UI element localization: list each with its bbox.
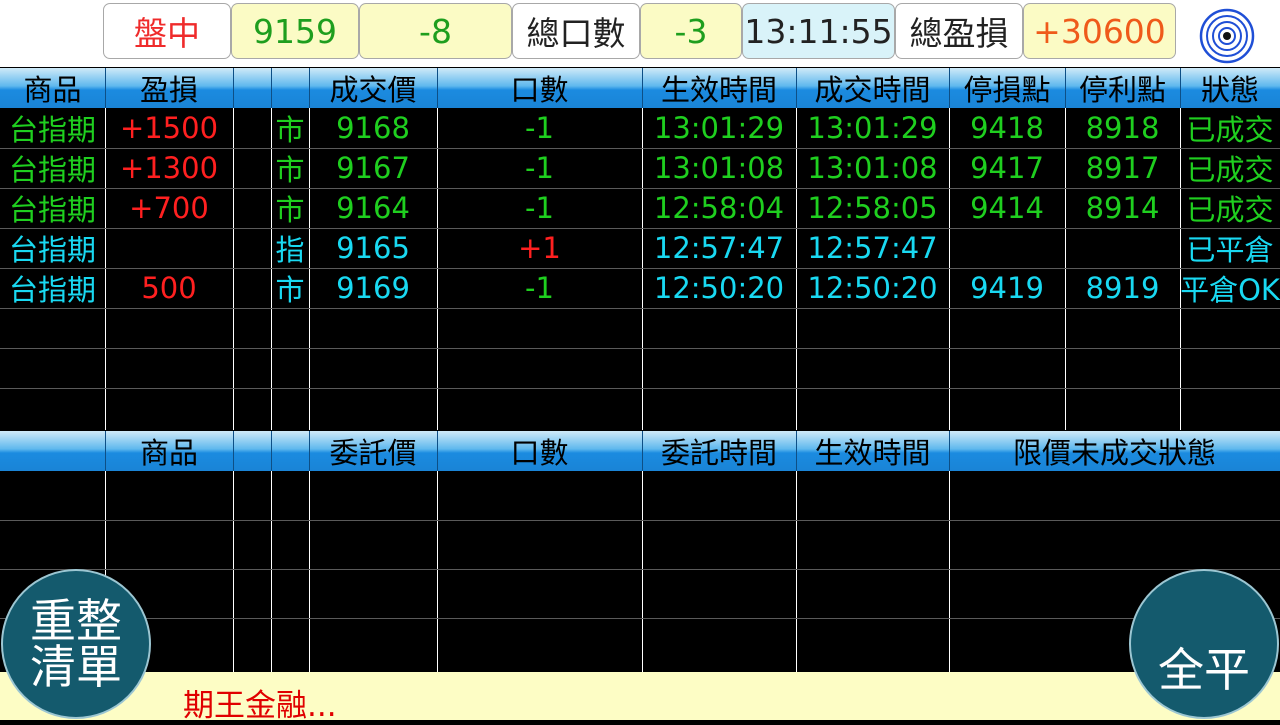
- fill-price-cell: 9165: [336, 231, 410, 265]
- qty-cell: -1: [525, 151, 554, 185]
- pnl-cell: +1300: [119, 151, 219, 185]
- current-price: 9159: [231, 3, 359, 59]
- effective-time-cell: 12:58:04: [653, 191, 785, 225]
- footer-text: 期王金融...: [183, 688, 337, 724]
- orders-header-order-time: 委託時間: [660, 436, 777, 470]
- total-qty: -3: [640, 3, 742, 59]
- product-cell: 台指期: [8, 113, 96, 147]
- product-cell: 台指期: [8, 273, 96, 307]
- clock-time: 13:11:55: [742, 3, 895, 59]
- header-pnl: 盈損: [139, 73, 198, 107]
- qty-cell: -1: [525, 191, 554, 225]
- pnl-cell: 500: [141, 271, 197, 305]
- fill-time-cell: 13:01:08: [807, 151, 938, 185]
- fill-time-cell: 12:58:05: [807, 191, 938, 225]
- table-row[interactable]: 台指期 +1500 市 9168 -1 13:01:29 13:01:29 94…: [0, 108, 1280, 148]
- take-profit-cell: 8919: [1085, 271, 1160, 305]
- orders-header-blank: [0, 431, 105, 471]
- orders-header-blank-2: [271, 431, 309, 471]
- status-cell: 已成交: [1186, 153, 1274, 187]
- pnl-cell: [105, 228, 233, 268]
- order-type-cell: 指: [275, 233, 305, 267]
- pnl-cell: +700: [129, 191, 209, 225]
- refresh-list-label-1: 重整: [30, 594, 122, 648]
- header-qty: 口數: [510, 73, 569, 107]
- total-qty-label: 總口數: [512, 3, 640, 59]
- refresh-list-label-2: 清單: [30, 640, 122, 694]
- close-all-button[interactable]: 全平: [1129, 569, 1279, 719]
- product-cell: 台指期: [8, 193, 96, 227]
- fill-time-cell: 12:57:47: [807, 231, 938, 265]
- stop-loss-cell: 9417: [970, 151, 1044, 185]
- fill-price-cell: 9168: [336, 111, 410, 145]
- fill-price-cell: 9167: [336, 151, 410, 185]
- orders-header: 商品 委託價 口數 委託時間 生效時間 限價未成交狀態: [0, 431, 1280, 471]
- stop-loss-cell: 9419: [970, 271, 1044, 305]
- fill-time-cell: 12:50:20: [807, 271, 938, 305]
- table-row[interactable]: 台指期 指 9165 +1 12:57:47 12:57:47 已平倉: [0, 228, 1280, 268]
- total-pnl-label: 總盈損: [895, 3, 1023, 59]
- header-status: 狀態: [1200, 73, 1259, 107]
- take-profit-cell: [1065, 228, 1180, 268]
- fill-price-cell: 9164: [336, 191, 410, 225]
- orders-header-effective-time: 生效時間: [814, 436, 931, 470]
- effective-time-cell: 12:50:20: [653, 271, 785, 305]
- header-fill-price: 成交價: [329, 73, 417, 107]
- stop-loss-cell: 9414: [970, 191, 1044, 225]
- product-cell: 台指期: [8, 153, 96, 187]
- order-type-cell: 市: [275, 113, 305, 147]
- qty-cell: -1: [525, 271, 554, 305]
- header-product: 商品: [23, 73, 82, 107]
- trades-table: 台指期 +1500 市 9168 -1 13:01:29 13:01:29 94…: [0, 108, 1280, 430]
- order-type-cell: 市: [275, 193, 305, 227]
- orders-header-blank-1: [233, 431, 271, 471]
- effective-time-cell: 13:01:29: [653, 111, 785, 145]
- take-profit-cell: 8917: [1085, 151, 1160, 185]
- total-pnl: +30600: [1023, 3, 1176, 59]
- orders-header-qty: 口數: [510, 436, 569, 470]
- refresh-list-button[interactable]: 重整 清單: [1, 569, 151, 719]
- orders-table: [0, 471, 1280, 672]
- status-cell: 平倉OK: [1180, 273, 1280, 307]
- qty-cell: -1: [525, 111, 554, 145]
- qty-cell: +1: [518, 231, 561, 265]
- close-all-label: 全平: [1158, 643, 1250, 697]
- order-type-cell: 市: [275, 273, 305, 307]
- effective-time-cell: 12:57:47: [653, 231, 785, 265]
- target-icon[interactable]: [1199, 8, 1255, 64]
- header-take-profit: 停利點: [1078, 73, 1166, 107]
- header-stop-loss: 停損點: [963, 73, 1051, 107]
- fill-price-cell: 9169: [336, 271, 410, 305]
- order-type-cell: 市: [275, 153, 305, 187]
- header-fill-time: 成交時間: [814, 73, 931, 107]
- pnl-cell: +1500: [119, 111, 219, 145]
- orders-header-product: 商品: [139, 436, 198, 470]
- table-row[interactable]: 台指期 +700 市 9164 -1 12:58:04 12:58:05 941…: [0, 188, 1280, 228]
- market-status: 盤中: [103, 3, 231, 59]
- status-cell: 已平倉: [1186, 233, 1274, 267]
- stop-loss-cell: 9418: [970, 111, 1044, 145]
- table-row[interactable]: 台指期 500 市 9169 -1 12:50:20 12:50:20 9419…: [0, 268, 1280, 308]
- header-effective-time: 生效時間: [660, 73, 777, 107]
- status-cell: 已成交: [1186, 113, 1274, 147]
- fill-time-cell: 13:01:29: [807, 111, 938, 145]
- header-blank-1: [233, 68, 271, 108]
- take-profit-cell: 8914: [1085, 191, 1160, 225]
- effective-time-cell: 13:01:08: [653, 151, 785, 185]
- orders-header-order-price: 委託價: [329, 436, 417, 470]
- take-profit-cell: 8918: [1085, 111, 1160, 145]
- trades-header: 商品 盈損 成交價 口數 生效時間 成交時間 停損點 停利點 狀態: [0, 68, 1280, 108]
- price-change: -8: [359, 3, 512, 59]
- orders-header-limit-status: 限價未成交狀態: [1012, 436, 1216, 470]
- header-blank-2: [271, 68, 309, 108]
- stop-loss-cell: [949, 228, 1065, 268]
- table-row[interactable]: 台指期 +1300 市 9167 -1 13:01:08 13:01:08 94…: [0, 148, 1280, 188]
- status-cell: 已成交: [1186, 193, 1274, 227]
- product-cell: 台指期: [8, 233, 96, 267]
